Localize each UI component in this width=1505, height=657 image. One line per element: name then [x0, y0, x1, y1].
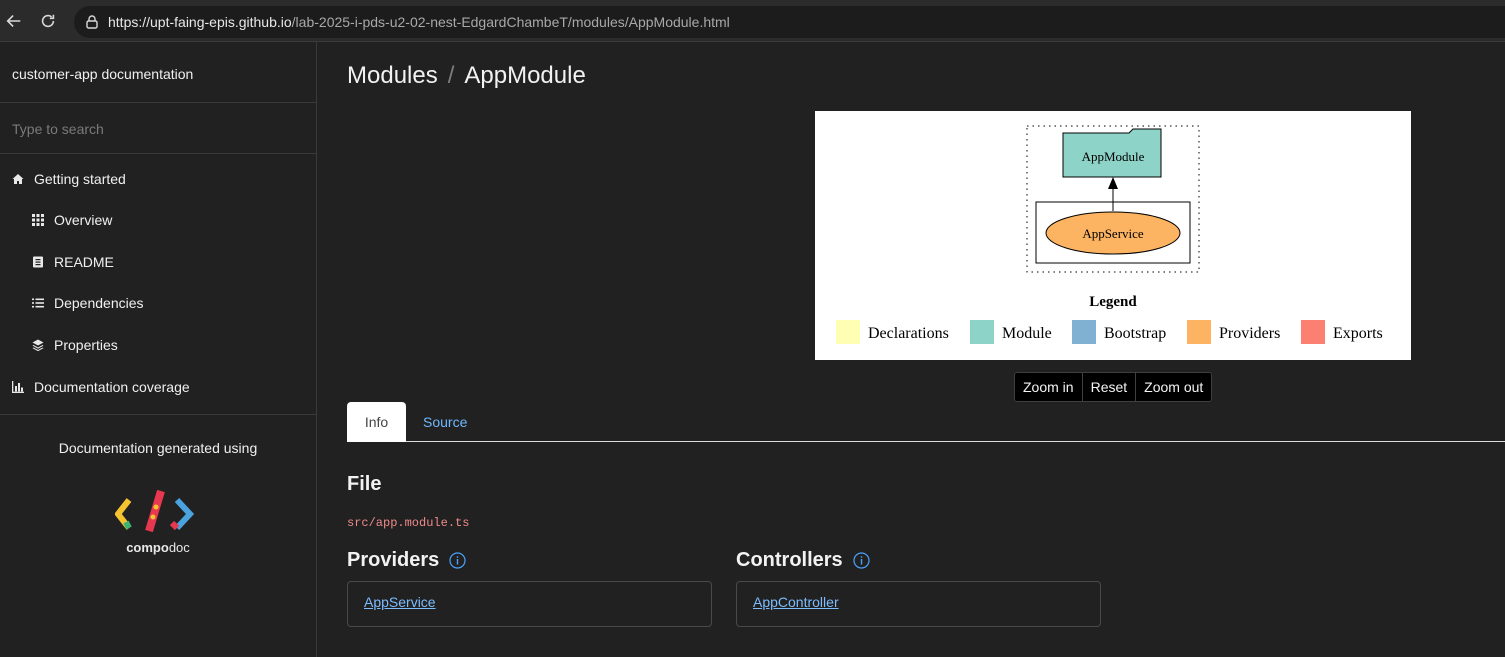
breadcrumb-current: AppModule [464, 62, 586, 89]
graph-edge-arrowhead [1108, 177, 1118, 189]
breadcrumb-separator: / [447, 62, 455, 89]
breadcrumb: Modules / AppModule [347, 62, 586, 90]
home-icon [12, 173, 24, 185]
zoom-in-button[interactable]: Zoom in [1015, 373, 1083, 401]
controllers-list: AppController [736, 581, 1101, 627]
file-heading: File [347, 473, 382, 495]
sidebar-item-properties[interactable]: Properties [32, 337, 118, 353]
info-icon[interactable] [853, 552, 870, 569]
svg-text:Bootstrap: Bootstrap [1104, 325, 1166, 342]
legend-item-declarations: Declarations [836, 320, 949, 344]
divider [0, 153, 316, 154]
sidebar-item-label: Getting started [34, 171, 126, 187]
sidebar-item-label: Dependencies [54, 295, 144, 311]
sidebar: customer-app documentation Getting start… [0, 42, 317, 657]
file-path: src/app.module.ts [347, 516, 470, 530]
divider [0, 102, 316, 103]
sidebar-item-dependencies[interactable]: Dependencies [32, 295, 144, 311]
zoom-out-button[interactable]: Zoom out [1136, 373, 1212, 401]
svg-text:Module: Module [1002, 325, 1052, 342]
search-input[interactable] [0, 104, 316, 154]
sidebar-item-label: Properties [54, 337, 118, 353]
sidebar-title[interactable]: customer-app documentation [12, 66, 193, 82]
url-path: /lab-2025-i-pds-u2-02-nest-EdgardChambeT… [291, 14, 730, 30]
legend-title: Legend [1089, 294, 1137, 310]
generated-using-label: Documentation generated using [58, 440, 258, 456]
divider [0, 414, 316, 415]
appcontroller-link[interactable]: AppController [753, 594, 839, 610]
zoom-controls: Zoom in Reset Zoom out [1014, 372, 1213, 402]
legend-item-bootstrap: Bootstrap [1072, 320, 1166, 344]
url-host: https://upt-faing-epis.github.io [108, 14, 292, 30]
providers-heading-label: Providers [347, 549, 440, 571]
legend-item-exports: Exports [1301, 320, 1383, 344]
legend-item-module: Module [970, 320, 1052, 344]
grid-icon [32, 214, 44, 226]
book-icon [32, 256, 44, 268]
compodoc-brand-light: doc [168, 540, 190, 555]
controllers-heading-label: Controllers [736, 549, 843, 571]
tabs: Info Source [347, 402, 1505, 442]
svg-text:Declarations: Declarations [868, 325, 949, 342]
legend-item-providers: Providers [1187, 320, 1280, 344]
sidebar-item-label: README [54, 254, 114, 270]
sidebar-item-documentation-coverage[interactable]: Documentation coverage [12, 379, 190, 395]
bar-chart-icon [12, 381, 24, 393]
browser-toolbar: https://upt-faing-epis.github.io/lab-202… [0, 0, 1505, 42]
info-icon[interactable] [449, 552, 466, 569]
compodoc-wordmark: compodoc [0, 540, 316, 555]
appservice-node[interactable]: AppService [1045, 211, 1181, 255]
address-bar[interactable]: https://upt-faing-epis.github.io/lab-202… [74, 6, 1505, 38]
sidebar-item-readme[interactable]: README [32, 254, 114, 270]
reset-zoom-button[interactable]: Reset [1082, 373, 1137, 401]
appmodule-node-label: AppModule [1082, 149, 1145, 164]
list-icon [32, 297, 44, 309]
tab-source[interactable]: Source [423, 402, 467, 442]
sidebar-item-overview[interactable]: Overview [32, 212, 112, 228]
svg-text:Exports: Exports [1333, 325, 1383, 342]
back-icon[interactable] [3, 10, 25, 32]
module-graph[interactable]: AppModule AppService Legend Declarations… [815, 111, 1411, 360]
lock-icon [86, 15, 98, 29]
reload-icon[interactable] [37, 10, 59, 32]
providers-heading: Providers [347, 549, 466, 572]
providers-list: AppService [347, 581, 712, 627]
appservice-link[interactable]: AppService [364, 594, 436, 610]
appservice-node-label: AppService [1082, 226, 1144, 241]
breadcrumb-modules-link[interactable]: Modules [347, 62, 438, 90]
appmodule-node[interactable]: AppModule [1062, 128, 1162, 178]
sidebar-item-getting-started[interactable]: Getting started [12, 171, 126, 187]
controllers-heading: Controllers [736, 549, 870, 572]
layers-icon [32, 339, 44, 351]
tab-info[interactable]: Info [347, 402, 406, 442]
main-content: Modules / AppModule AppModule AppService… [318, 42, 1505, 657]
sidebar-item-label: Documentation coverage [34, 379, 190, 395]
sidebar-item-label: Overview [54, 212, 113, 228]
compodoc-brand-bold: compo [126, 540, 169, 555]
svg-text:Providers: Providers [1219, 325, 1280, 342]
